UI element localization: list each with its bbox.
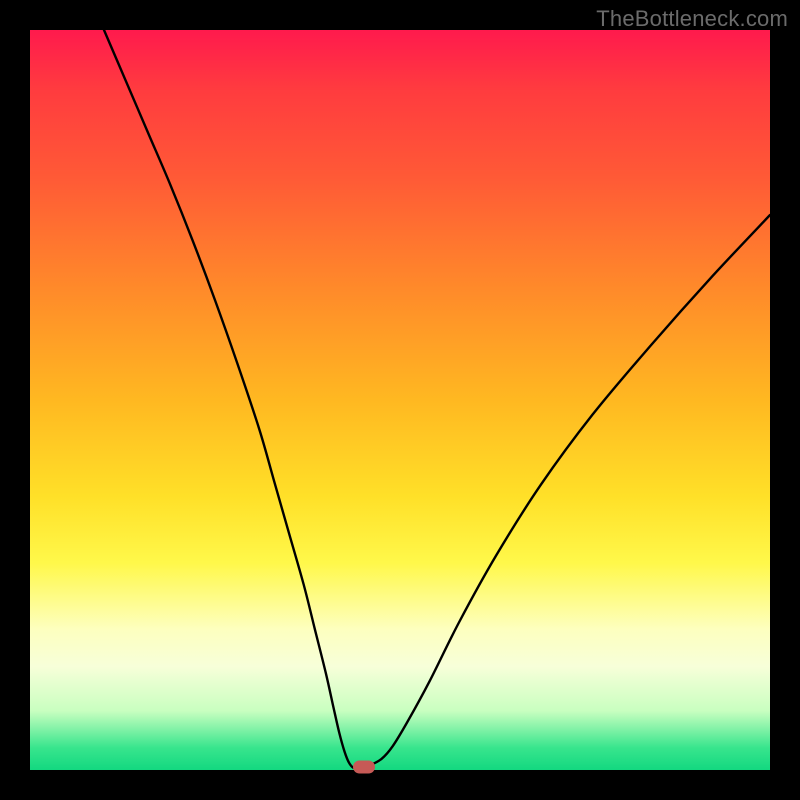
bottleneck-curve [104, 30, 770, 768]
optimal-marker [353, 760, 375, 773]
curve-svg [30, 30, 770, 770]
chart-frame: TheBottleneck.com [0, 0, 800, 800]
watermark-text: TheBottleneck.com [596, 6, 788, 32]
plot-area [30, 30, 770, 770]
